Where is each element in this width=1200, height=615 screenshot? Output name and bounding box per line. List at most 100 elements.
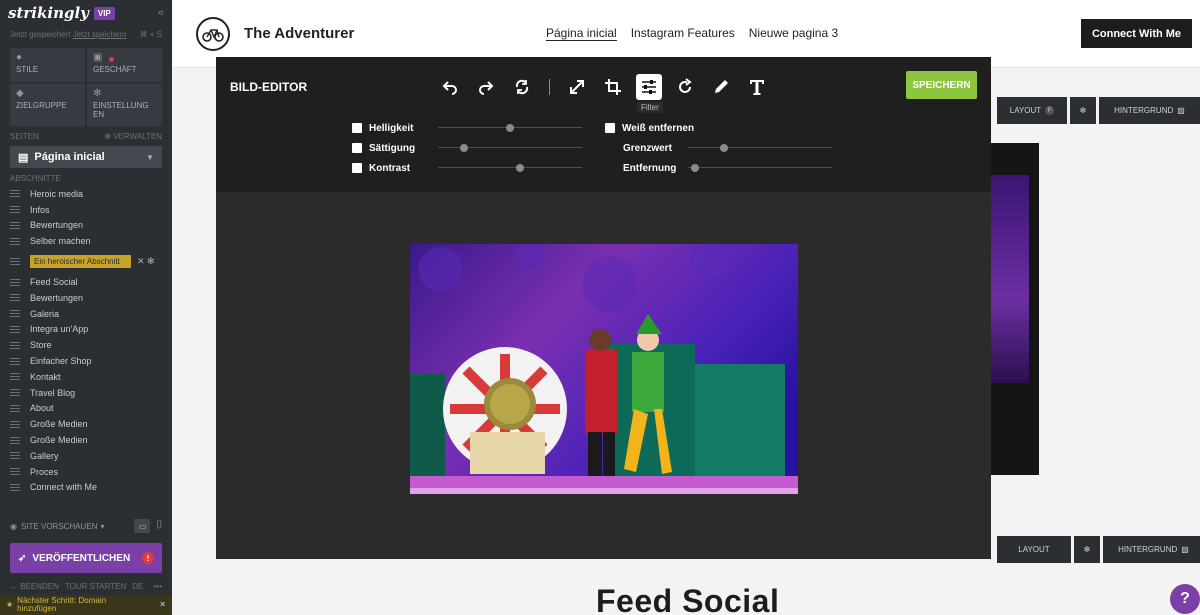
drag-handle-icon[interactable] — [10, 420, 20, 428]
section-list-item[interactable]: Selber machen — [10, 233, 162, 249]
saturation-knob[interactable] — [459, 144, 468, 152]
drag-handle-icon[interactable] — [10, 468, 20, 476]
pencil-icon[interactable] — [708, 74, 734, 100]
section-list-item[interactable]: Bewertungen — [10, 290, 162, 306]
drag-handle-icon[interactable] — [10, 452, 20, 460]
tile-shop[interactable]: ▣ GESCHÄFT — [87, 48, 162, 82]
background-button-2[interactable]: HINTERGRUND ▨ — [1103, 536, 1200, 563]
layout-button-2[interactable]: LAYOUT — [997, 536, 1071, 563]
section-list-item[interactable]: Einfacher Shop — [10, 353, 162, 369]
delete-section-icon[interactable]: ✕ — [137, 256, 147, 266]
distance-slider[interactable] — [688, 161, 832, 175]
undo-icon[interactable] — [437, 74, 463, 100]
section-list-item[interactable]: Travel Blog — [10, 385, 162, 401]
remove-white-checkbox[interactable] — [605, 123, 615, 133]
tile-settings[interactable]: ✻ EINSTELLUNG EN — [87, 84, 162, 126]
section-list-item[interactable]: Bewertungen — [10, 218, 162, 234]
redo-icon[interactable] — [473, 74, 499, 100]
nav-instagram-features[interactable]: Instagram Features — [631, 26, 735, 41]
publish-button[interactable]: ➶ VERÖFFENTLICHEN ! — [10, 543, 162, 573]
close-icon[interactable]: ✕ — [159, 601, 166, 609]
section-list-item[interactable]: Heroic media — [10, 186, 162, 202]
connect-button[interactable]: Connect With Me — [1081, 19, 1192, 48]
collapse-sidebar-icon[interactable]: « — [158, 7, 164, 19]
save-button[interactable]: SPEICHERN — [906, 71, 977, 99]
section-settings-gear-icon[interactable]: ✻ — [1070, 97, 1096, 124]
drag-handle-icon[interactable] — [10, 278, 20, 286]
tour-start-link[interactable]: TOUR STARTEN — [65, 579, 126, 595]
distance-knob[interactable] — [691, 164, 700, 172]
section-list-item[interactable]: Gallery — [10, 448, 162, 464]
section-list-item[interactable]: Große Medien — [10, 432, 162, 448]
section-list-item[interactable]: Kontakt — [10, 369, 162, 385]
contrast-knob[interactable] — [516, 164, 525, 172]
drag-handle-icon[interactable] — [10, 190, 20, 198]
next-step-banner[interactable]: ★ Nächster Schritt: Domain hinzufügen ✕ — [0, 595, 172, 615]
section-list-item[interactable]: Große Medien — [10, 416, 162, 432]
saturation-checkbox[interactable] — [352, 143, 362, 153]
tile-audience[interactable]: ◆ ZIELGRUPPE — [10, 84, 85, 126]
section-list-item[interactable]: About — [10, 401, 162, 417]
section-settings-gear-icon-2[interactable]: ✻ — [1074, 536, 1100, 563]
editor-image-preview[interactable] — [410, 244, 798, 494]
drag-handle-icon[interactable] — [10, 206, 20, 214]
saturation-slider[interactable] — [438, 141, 582, 155]
contrast-checkbox[interactable] — [352, 163, 362, 173]
brightness-knob[interactable] — [506, 124, 514, 132]
background-button[interactable]: HINTERGRUND ▨ — [1099, 97, 1200, 124]
page-selector[interactable]: ▤ Página inicial ▼ — [10, 146, 162, 168]
section-list-item[interactable]: Feed Social — [10, 274, 162, 290]
drag-handle-icon[interactable] — [10, 436, 20, 444]
section-list-item[interactable]: Infos — [10, 202, 162, 218]
nav-new-page-3[interactable]: Nieuwe pagina 3 — [749, 26, 838, 41]
text-icon[interactable] — [744, 74, 770, 100]
rotate-icon[interactable] — [672, 74, 698, 100]
section-list-item[interactable]: Ein heroischer Abschnitt ✕ ✻ — [10, 249, 162, 274]
drag-handle-icon[interactable] — [10, 237, 20, 245]
drag-handle-icon[interactable] — [10, 258, 20, 266]
help-button[interactable]: ? — [1170, 584, 1200, 614]
resize-icon[interactable] — [564, 74, 590, 100]
language-link[interactable]: DE — [132, 579, 143, 595]
drag-handle-icon[interactable] — [10, 325, 20, 333]
section-list-item[interactable]: Integra un'App — [10, 322, 162, 338]
crop-icon[interactable] — [600, 74, 626, 100]
drag-handle-icon[interactable] — [10, 404, 20, 412]
drag-handle-icon[interactable] — [10, 294, 20, 302]
filter-contrast[interactable]: Kontrast — [352, 161, 410, 175]
filter-saturation[interactable]: Sättigung — [352, 141, 415, 155]
mobile-icon[interactable]: ▯ — [156, 519, 162, 533]
filter-remove-white[interactable]: Weiß entfernen — [605, 121, 694, 135]
threshold-knob[interactable] — [720, 144, 728, 152]
drag-handle-icon[interactable] — [10, 310, 20, 318]
layout-button[interactable]: LAYOUT F — [997, 97, 1067, 124]
nav-home[interactable]: Página inicial — [546, 26, 617, 41]
drag-handle-icon[interactable] — [10, 221, 20, 229]
section-list-item[interactable]: Proces — [10, 464, 162, 480]
desktop-icon[interactable]: ▭ — [134, 519, 151, 533]
drag-handle-icon[interactable] — [10, 341, 20, 349]
brightness-slider[interactable] — [438, 121, 582, 135]
more-icon[interactable]: ••• — [154, 579, 162, 595]
section-list-item[interactable]: Galeria — [10, 306, 162, 322]
tile-styles[interactable]: ● STILE — [10, 48, 85, 82]
section-gear-icon[interactable]: ✻ — [147, 256, 155, 266]
filter-icon[interactable] — [636, 74, 662, 100]
filter-brightness[interactable]: Helligkeit — [352, 121, 413, 135]
reset-icon[interactable] — [509, 74, 535, 100]
brightness-checkbox[interactable] — [352, 123, 362, 133]
drag-handle-icon[interactable] — [10, 389, 20, 397]
drag-handle-icon[interactable] — [10, 483, 20, 491]
contrast-slider[interactable] — [438, 161, 582, 175]
site-title[interactable]: The Adventurer — [244, 25, 354, 42]
drag-handle-icon[interactable] — [10, 373, 20, 381]
strikingly-logo[interactable]: strikingly — [8, 4, 89, 22]
bicycle-logo-icon[interactable] — [196, 16, 230, 51]
manage-pages-link[interactable]: ✻ VERWALTEN — [104, 130, 162, 144]
drag-handle-icon[interactable] — [10, 357, 20, 365]
preview-label[interactable]: SITE VORSCHAUEN — [21, 522, 97, 531]
section-list-item[interactable]: Store — [10, 337, 162, 353]
section-list-item[interactable]: Connect with Me — [10, 480, 162, 496]
tour-end-link[interactable]: ← BEENDEN — [10, 579, 59, 595]
threshold-slider[interactable] — [688, 141, 832, 155]
